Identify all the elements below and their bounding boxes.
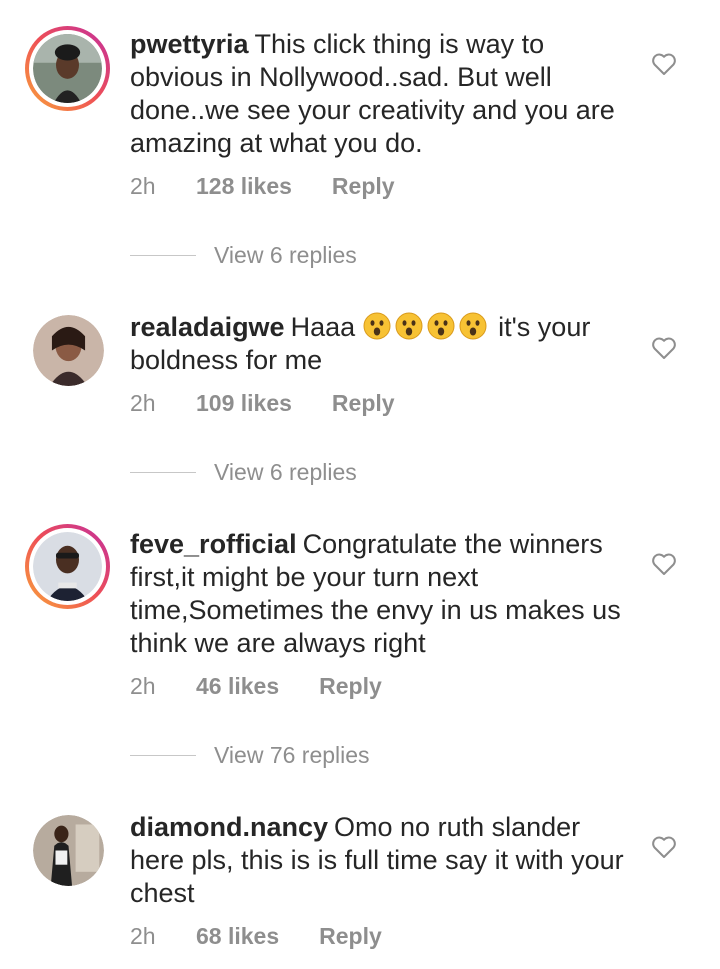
comment-text: realadaigwe Haaa it's your boldness for m… bbox=[130, 311, 635, 377]
reply-button[interactable]: Reply bbox=[319, 923, 382, 950]
astonished-face-emoji bbox=[395, 312, 423, 340]
comment-meta: 2h 109 likes Reply bbox=[130, 390, 395, 417]
view-replies-button[interactable]: View 76 replies bbox=[130, 742, 370, 769]
view-replies-label: View 76 replies bbox=[214, 742, 370, 768]
comment-meta: 2h 128 likes Reply bbox=[130, 173, 395, 200]
heart-icon[interactable] bbox=[651, 835, 677, 859]
view-replies-label: View 6 replies bbox=[214, 242, 357, 268]
heart-icon[interactable] bbox=[651, 336, 677, 360]
avatar[interactable] bbox=[25, 524, 110, 609]
comment-likes[interactable]: 128 likes bbox=[196, 173, 292, 200]
comment-meta: 2h 46 likes Reply bbox=[130, 673, 382, 700]
astonished-face-emoji bbox=[363, 312, 391, 340]
avatar[interactable] bbox=[33, 315, 104, 386]
comment-text: feve_rofficial Congratulate the winners f… bbox=[130, 528, 635, 660]
reply-button[interactable]: Reply bbox=[332, 173, 395, 200]
view-replies-label: View 6 replies bbox=[214, 459, 357, 485]
comment-time: 2h bbox=[130, 390, 156, 416]
comment-likes[interactable]: 68 likes bbox=[196, 923, 279, 950]
comment-username[interactable]: realadaigwe bbox=[130, 312, 285, 342]
comment-likes[interactable]: 109 likes bbox=[196, 390, 292, 417]
comment-text: pwettyria This click thing is way to obvi… bbox=[130, 28, 635, 160]
avatar[interactable] bbox=[25, 26, 110, 111]
comment-body-start: Haaa bbox=[290, 312, 356, 342]
comment-time: 2h bbox=[130, 923, 156, 949]
heart-icon[interactable] bbox=[651, 552, 677, 576]
reply-button[interactable]: Reply bbox=[332, 390, 395, 417]
reply-button[interactable]: Reply bbox=[319, 673, 382, 700]
view-replies-divider bbox=[130, 472, 196, 473]
avatar-photo bbox=[33, 315, 104, 386]
view-replies-button[interactable]: View 6 replies bbox=[130, 459, 357, 486]
view-replies-divider bbox=[130, 755, 196, 756]
avatar[interactable] bbox=[33, 815, 104, 886]
comment-username[interactable]: feve_rofficial bbox=[130, 529, 297, 559]
comment-time: 2h bbox=[130, 173, 156, 199]
astonished-face-emoji bbox=[427, 312, 455, 340]
avatar-photo bbox=[33, 815, 104, 886]
comment-username[interactable]: pwettyria bbox=[130, 29, 249, 59]
comment-text: diamond.nancy Omo no ruth slander here pl… bbox=[130, 811, 635, 910]
view-replies-divider bbox=[130, 255, 196, 256]
astonished-face-emoji bbox=[459, 312, 487, 340]
comment-username[interactable]: diamond.nancy bbox=[130, 812, 328, 842]
comment-time: 2h bbox=[130, 673, 156, 699]
heart-icon[interactable] bbox=[651, 52, 677, 76]
view-replies-button[interactable]: View 6 replies bbox=[130, 242, 357, 269]
avatar-photo bbox=[33, 532, 102, 601]
comment-likes[interactable]: 46 likes bbox=[196, 673, 279, 700]
avatar-photo bbox=[33, 34, 102, 103]
comment-meta: 2h 68 likes Reply bbox=[130, 923, 382, 950]
